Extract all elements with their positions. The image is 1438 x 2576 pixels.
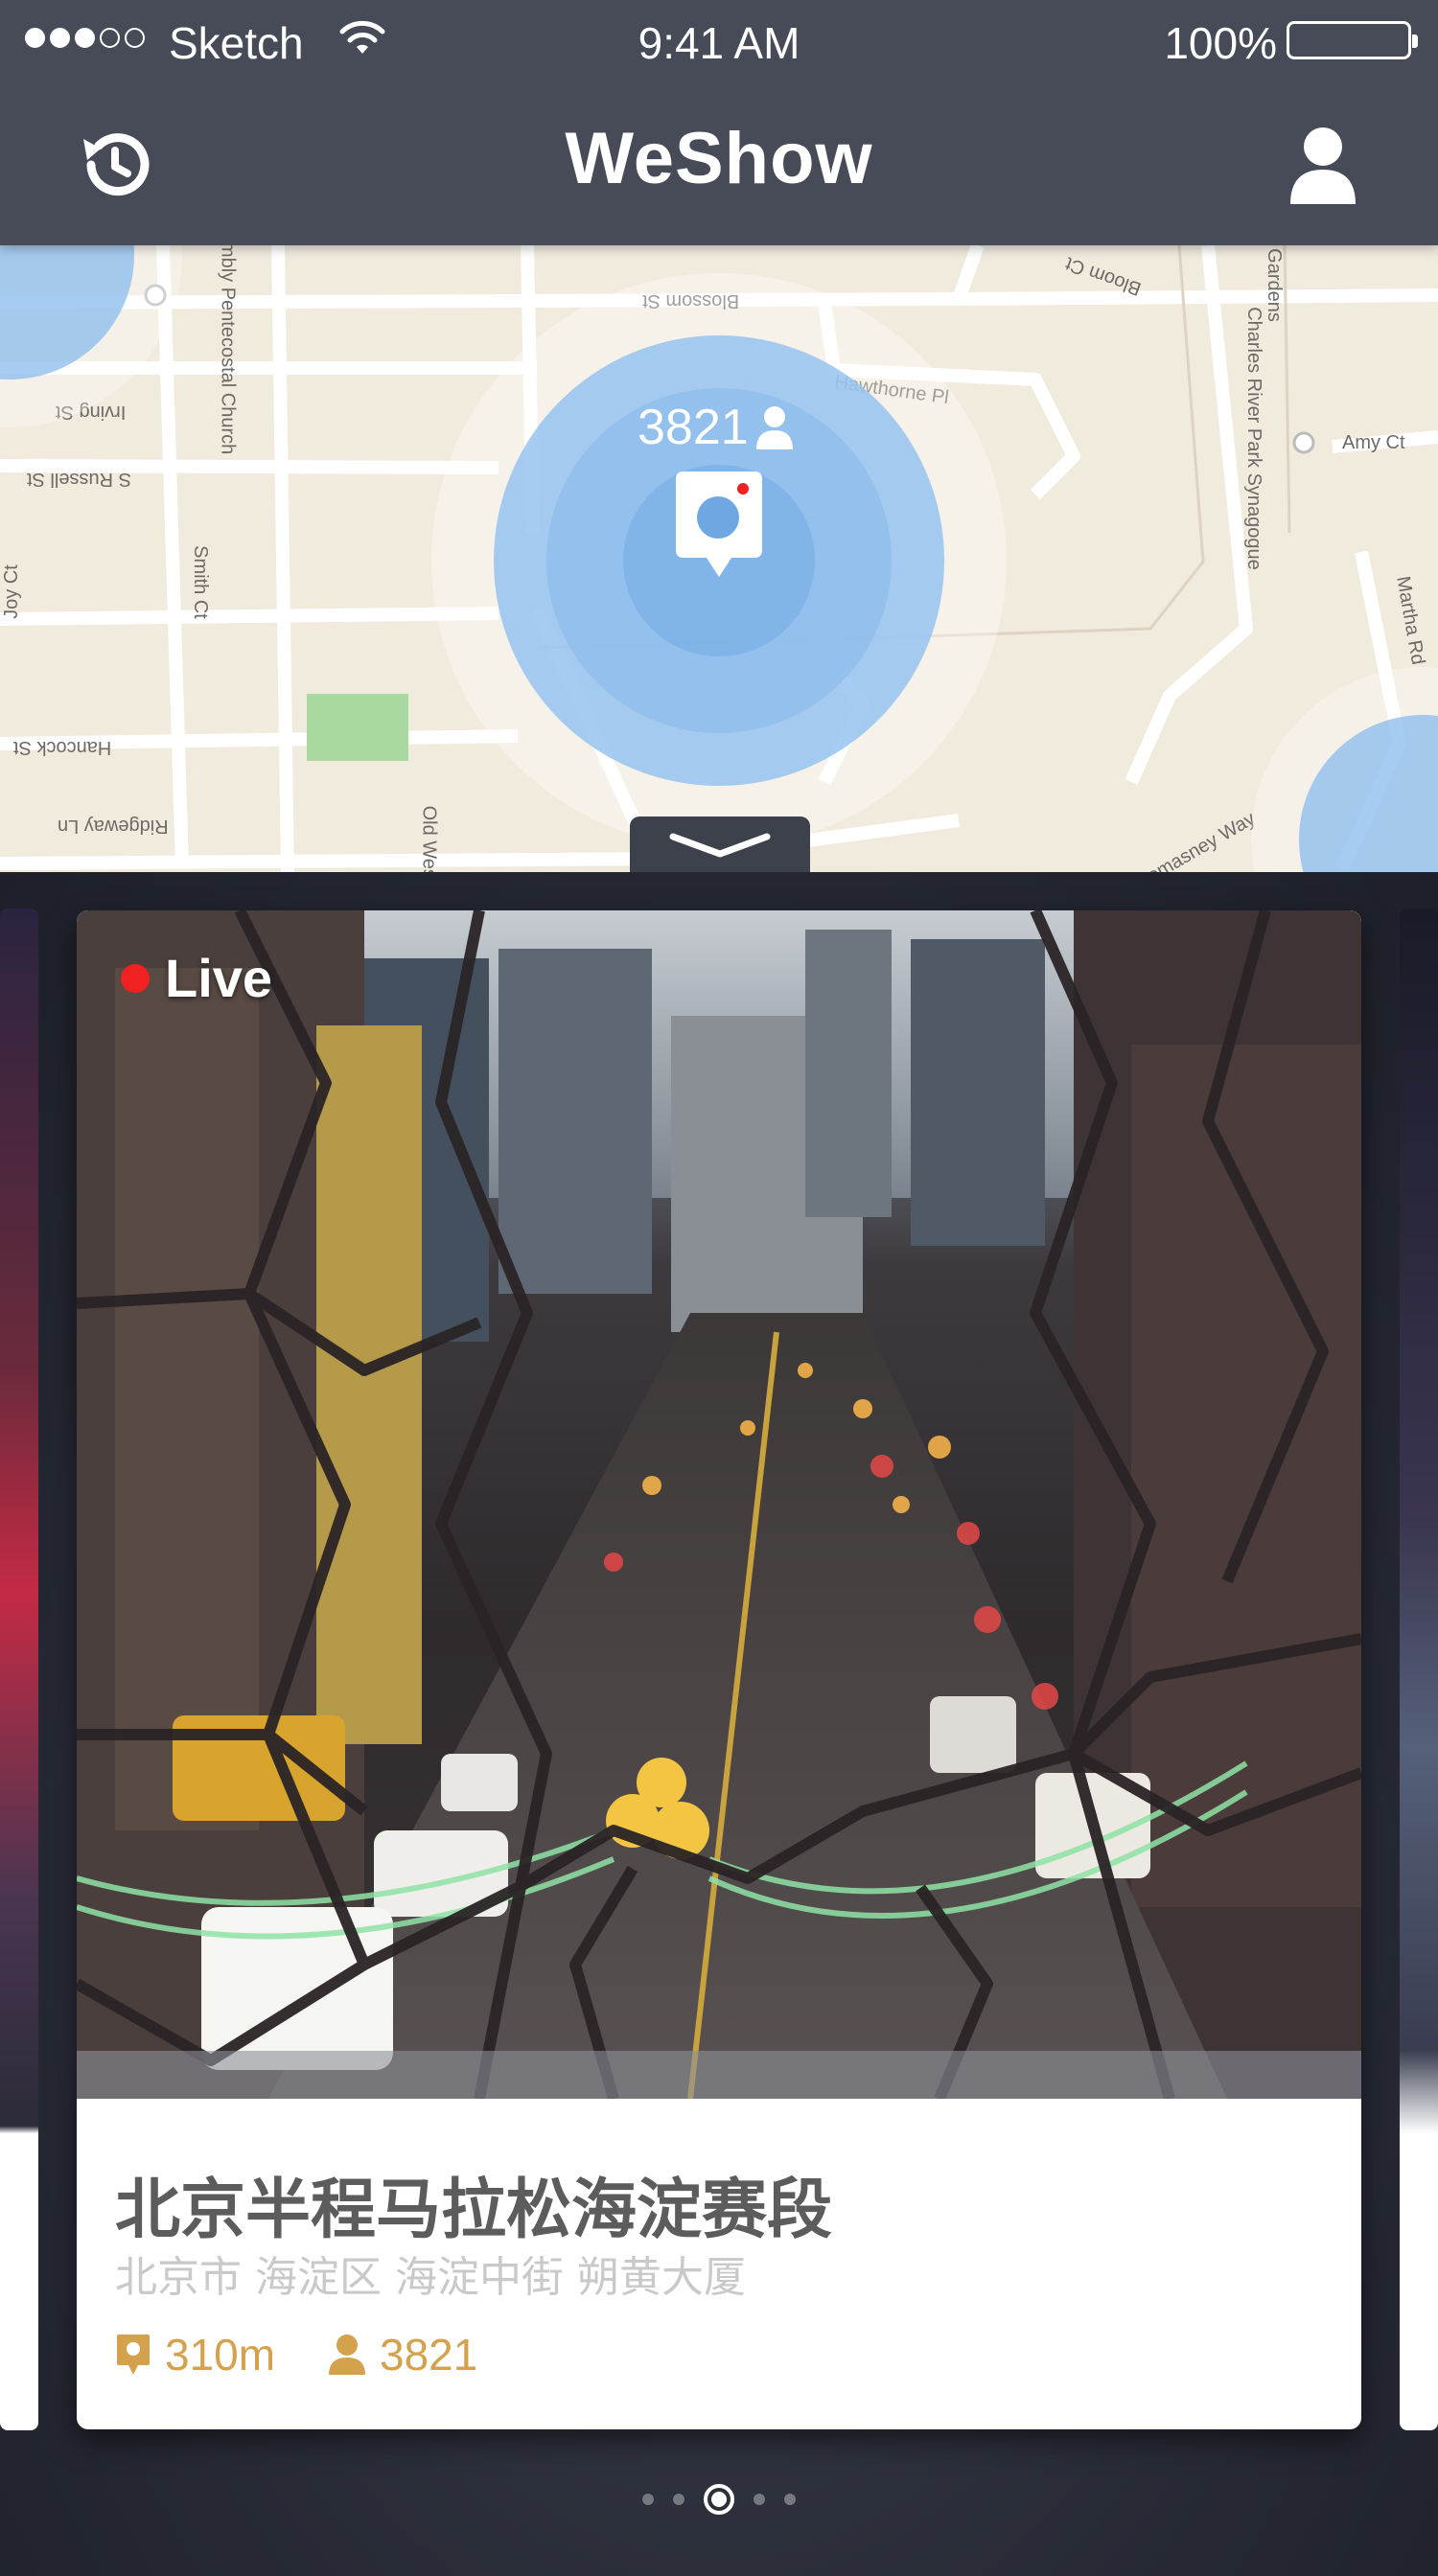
live-indicator-dot (121, 963, 150, 993)
distance-value: 310m (165, 2330, 276, 2380)
cluster-count: 3821 (638, 399, 795, 456)
live-thumbnail: Live (77, 910, 1361, 2099)
profile-button[interactable] (1275, 117, 1371, 213)
event-title: 北京半程马拉松海淀赛段 (115, 2173, 833, 2248)
page-dot[interactable] (642, 2494, 654, 2505)
page-dot-active[interactable] (704, 2484, 734, 2515)
street-label: Charles River Park Synagogue (1242, 307, 1264, 570)
street-label: Irving St (56, 402, 127, 423)
location-pin-icon (117, 2334, 150, 2375)
user-icon (329, 2334, 365, 2375)
street-label: Joy Ct (0, 564, 22, 619)
status-bar: Sketch 9:41 AM 100% (0, 0, 1438, 80)
battery-icon (1287, 21, 1418, 59)
chevron-down-icon (669, 833, 771, 858)
live-label: Live (165, 948, 273, 1008)
page-indicator (0, 2484, 1438, 2515)
live-pin-icon (676, 472, 762, 577)
event-address: 北京市 海淀区 海淀中街 朔黄大厦 (115, 2253, 746, 2302)
page-dot[interactable] (754, 2494, 765, 2505)
live-badge: Live (121, 947, 272, 1009)
map-view[interactable]: Blossom St Irving St S Russell St Hawtho… (0, 245, 1438, 872)
street-label: Amy Ct (1342, 432, 1405, 453)
page-dot[interactable] (784, 2494, 796, 2505)
street-label: Ridgeway Ln (58, 816, 169, 837)
street-label: S Russell St (27, 469, 131, 490)
top-bar: Sketch 9:41 AM 100% WeShow (0, 0, 1438, 245)
street-label: Smith Ct (189, 545, 211, 619)
street-label: Gardens (1263, 248, 1285, 322)
user-icon (1290, 127, 1356, 204)
user-icon (755, 406, 793, 449)
page-dot[interactable] (673, 2494, 684, 2505)
viewer-count-info: 3821 (328, 2329, 477, 2380)
street-label: Hancock St (13, 737, 112, 758)
nav-bar: WeShow (0, 80, 1438, 245)
app-title: WeShow (565, 118, 873, 199)
battery-percent: 100% (1164, 18, 1277, 68)
distance-info: 310m (115, 2329, 275, 2380)
previous-card[interactable] (0, 908, 38, 2430)
street-label: Old West (418, 805, 440, 872)
cluster-count-value: 3821 (638, 400, 749, 455)
map-cluster[interactable]: 3821 (431, 273, 1007, 848)
viewer-count-value: 3821 (380, 2330, 478, 2380)
collapse-map-button[interactable] (630, 816, 810, 872)
next-card[interactable] (1400, 908, 1438, 2430)
live-card[interactable]: Live 北京半程马拉松海淀赛段 北京市 海淀区 海淀中街 朔黄大厦 310m … (77, 910, 1361, 2429)
street-scene-image (77, 910, 1361, 2099)
street-label: African Assembly Pentecostal Church (217, 245, 239, 455)
